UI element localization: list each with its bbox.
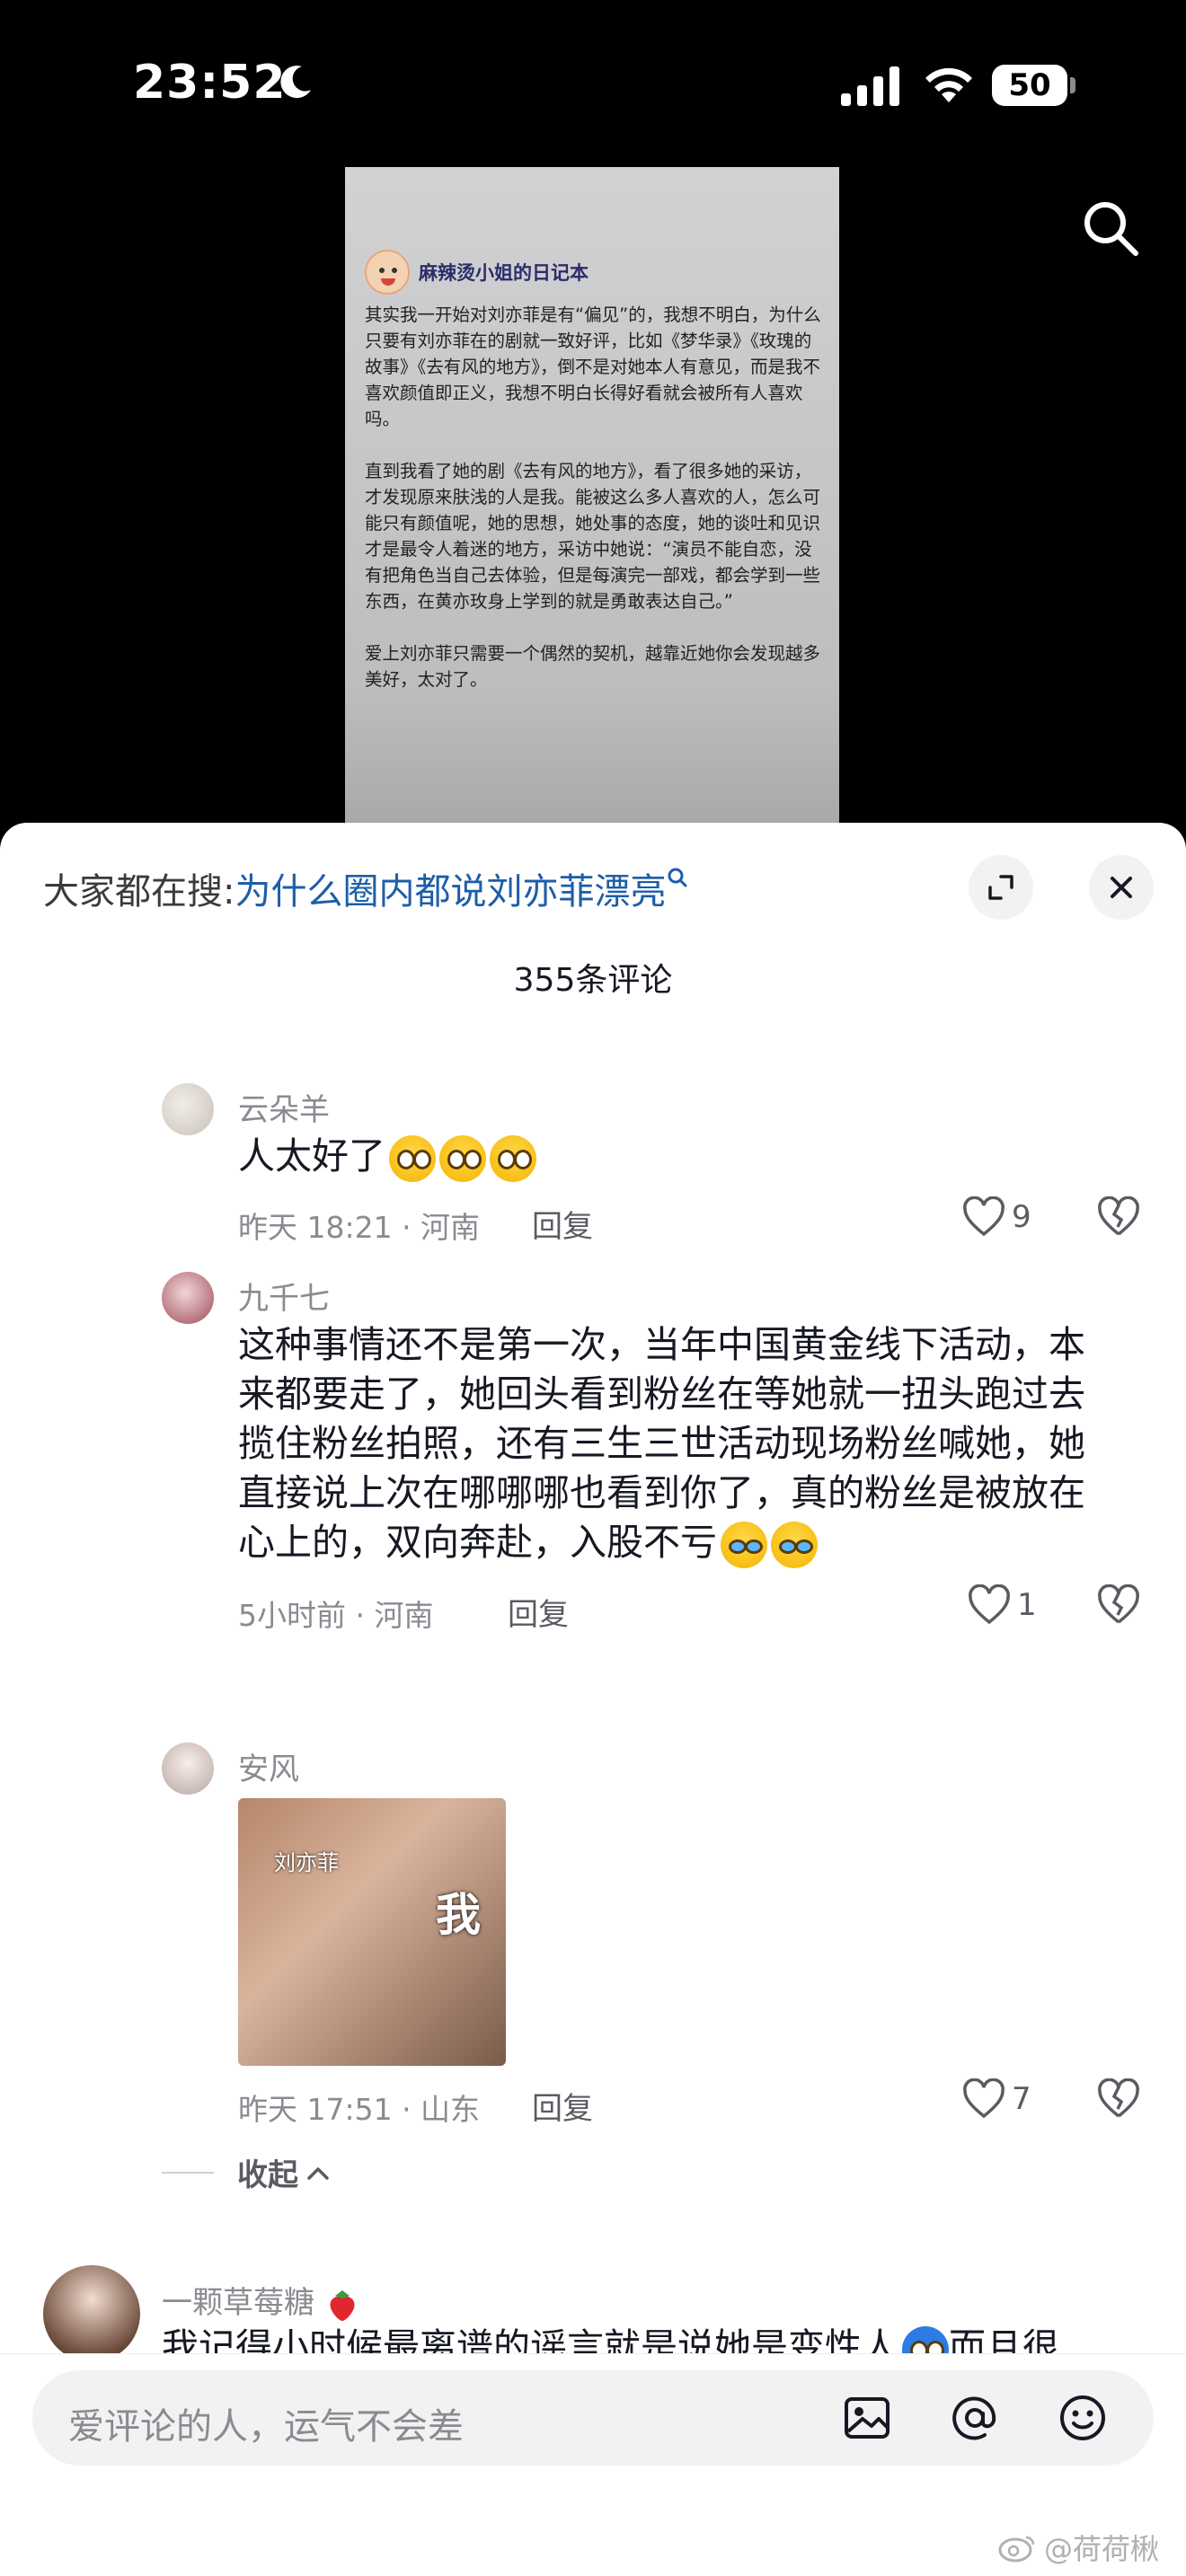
status-time: 23:52 xyxy=(133,56,287,110)
reply-meta: 5小时前 · 河南 xyxy=(238,1598,434,1633)
reply-text: 这种事情还不是第一次，当年中国黄金线下活动，本来都要走了，她回头看到粉丝在等她就… xyxy=(238,1323,1085,1564)
broken-heart-icon[interactable] xyxy=(1096,1196,1141,1238)
pleading-face-icon xyxy=(490,1135,536,1182)
pleading-face-icon xyxy=(439,1135,486,1182)
heart-icon xyxy=(969,1584,1010,1625)
wifi-icon xyxy=(925,67,972,102)
like-count: 7 xyxy=(1012,2081,1031,2117)
emoji-icon[interactable] xyxy=(1057,2392,1109,2444)
like-button[interactable]: 1 xyxy=(967,1584,1037,1626)
avatar[interactable] xyxy=(162,1742,214,1795)
comment-count: 355条评论 xyxy=(513,962,673,999)
reply-meta: 昨天 17:51 · 山东 xyxy=(238,2092,481,2127)
diary-paragraph: 爱上刘亦菲只需要一个偶然的契机，越靠近她你会发现越多美好，太对了。 xyxy=(365,643,821,690)
diary-avatar xyxy=(365,250,410,295)
broken-heart-icon[interactable] xyxy=(1096,2078,1141,2120)
reply-button[interactable]: 回复 xyxy=(508,1590,569,1634)
crying-face-icon xyxy=(771,1522,818,1568)
reply-username[interactable]: 九千七 xyxy=(238,1274,330,1318)
broken-heart-icon[interactable] xyxy=(1096,1584,1141,1626)
avatar[interactable] xyxy=(43,2265,140,2362)
divider xyxy=(162,2171,214,2174)
at-mention-icon[interactable] xyxy=(949,2392,1001,2444)
reply-content: 这种事情还不是第一次，当年中国黄金线下活动，本来都要走了，她回头看到粉丝在等她就… xyxy=(238,1320,1119,1568)
expand-button[interactable] xyxy=(969,855,1033,920)
expand-icon xyxy=(988,875,1013,900)
collapse-label: 收起 xyxy=(237,2157,298,2193)
reply-content: 人太好了 xyxy=(238,1132,1119,1182)
sticker-caption: 刘亦菲 xyxy=(274,1850,339,1875)
sticker-image[interactable]: 刘亦菲 我 xyxy=(238,1798,506,2066)
battery-level: 50 xyxy=(992,65,1067,106)
chevron-up-icon xyxy=(307,2166,329,2180)
cellular-signal-icon xyxy=(841,66,899,106)
avatar[interactable] xyxy=(162,1272,214,1324)
avatar[interactable] xyxy=(162,1083,214,1135)
small-search-icon xyxy=(668,868,687,887)
suggestion-link[interactable]: 为什么圈内都说刘亦菲漂亮 xyxy=(235,871,666,913)
battery-cap xyxy=(1070,77,1075,93)
input-placeholder: 爱评论的人，运气不会差 xyxy=(68,2406,464,2448)
search-icon[interactable] xyxy=(1078,196,1143,260)
pleading-face-icon xyxy=(389,1135,436,1182)
close-button[interactable] xyxy=(1089,855,1154,920)
battery-indicator: 50 xyxy=(992,65,1075,106)
comment-username[interactable]: 一颗草莓糖 xyxy=(162,2278,360,2323)
comment-input-bar: 爱评论的人，运气不会差 @荷荷楸 xyxy=(0,2353,1186,2576)
moon-icon xyxy=(280,66,311,99)
crying-face-icon xyxy=(721,1522,767,1568)
heart-icon xyxy=(963,1196,1005,1237)
diary-body: 其实我一开始对刘亦菲是有“偏见”的，我想不明白，为什么只要有刘亦菲在的剧就一致好… xyxy=(365,302,823,719)
comment-input[interactable]: 爱评论的人，运气不会差 xyxy=(32,2370,1154,2466)
diary-header: 麻辣烫小姐的日记本 xyxy=(365,250,589,295)
reply-text: 人太好了 xyxy=(238,1134,385,1178)
collapse-replies[interactable]: 收起 xyxy=(162,2150,331,2194)
suggestion-prefix: 大家都在搜: xyxy=(43,871,235,913)
strawberry-icon xyxy=(330,2289,355,2321)
reply-username[interactable]: 云朵羊 xyxy=(238,1085,330,1129)
like-count: 9 xyxy=(1012,1199,1031,1235)
sticker-caption: 我 xyxy=(436,1889,481,1941)
username-text: 一颗草莓糖 xyxy=(162,2285,314,2321)
diary-title: 麻辣烫小姐的日记本 xyxy=(419,262,589,284)
diary-paragraph: 其实我一开始对刘亦菲是有“偏见”的，我想不明白，为什么只要有刘亦菲在的剧就一致好… xyxy=(365,304,821,429)
video-frame[interactable]: 麻辣烫小姐的日记本 其实我一开始对刘亦菲是有“偏见”的，我想不明白，为什么只要有… xyxy=(345,167,839,823)
weibo-logo-icon xyxy=(998,2536,1035,2563)
close-icon xyxy=(1111,877,1132,898)
search-suggestion[interactable]: 大家都在搜:为什么圈内都说刘亦菲漂亮 xyxy=(43,862,689,914)
image-icon[interactable] xyxy=(841,2392,893,2444)
reply-meta: 昨天 18:21 · 河南 xyxy=(238,1210,481,1245)
reply-button[interactable]: 回复 xyxy=(532,1202,593,1246)
heart-icon xyxy=(963,2078,1005,2119)
watermark: @荷荷楸 xyxy=(997,2527,1159,2568)
watermark-text: @荷荷楸 xyxy=(1043,2532,1159,2566)
reply-button[interactable]: 回复 xyxy=(532,2084,593,2128)
comment-sheet: 大家都在搜:为什么圈内都说刘亦菲漂亮 355条评论 云朵羊 人太好了 昨天 18… xyxy=(0,823,1186,2576)
status-bar: 23:52 50 xyxy=(0,0,1186,171)
like-button[interactable]: 7 xyxy=(961,2078,1031,2120)
like-count: 1 xyxy=(1017,1587,1037,1623)
diary-paragraph: 直到我看了她的剧《去有风的地方》，看了很多她的采访，才发现原来肤浅的人是我。能被… xyxy=(365,461,821,612)
reply-username[interactable]: 安风 xyxy=(238,1744,299,1788)
like-button[interactable]: 9 xyxy=(961,1196,1031,1238)
